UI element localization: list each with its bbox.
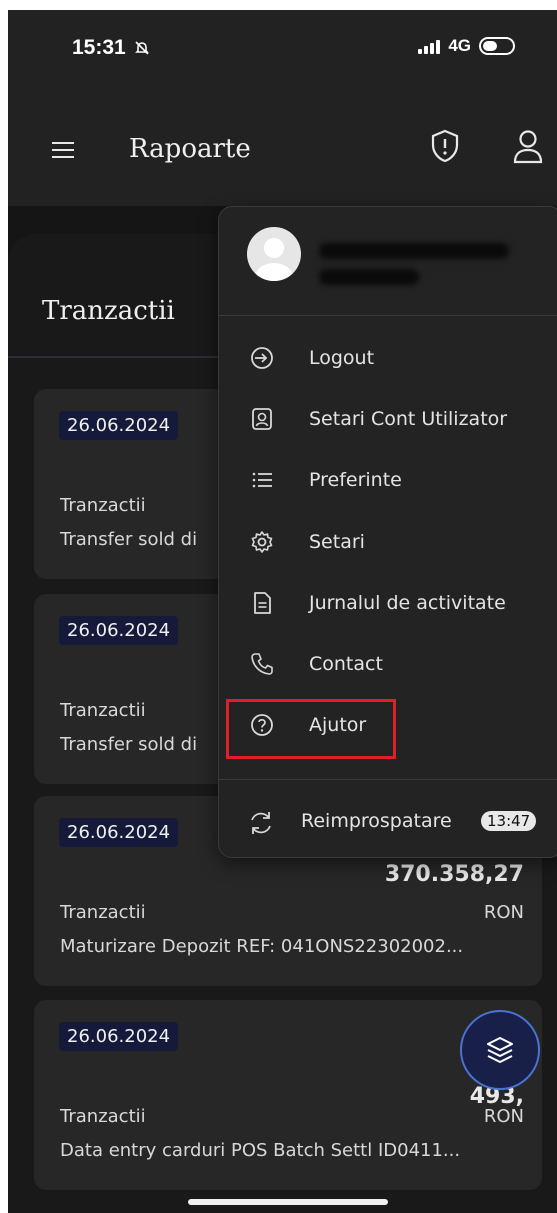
menu-item-label: Contact [309, 653, 383, 675]
menu-item-label: Logout [309, 347, 375, 369]
app-header: Rapoarte [8, 90, 557, 206]
status-bar: 15:31 4G [8, 10, 557, 90]
menu-item-account-settings[interactable]: Setari Cont Utilizator [249, 399, 507, 439]
help-highlight [226, 699, 396, 759]
layers-fab-button[interactable] [460, 1010, 540, 1090]
menu-item-label: Setari [309, 531, 365, 553]
menu-item-preferences[interactable]: Preferinte [249, 460, 402, 500]
document-icon [254, 592, 271, 614]
menu-icon[interactable] [52, 142, 74, 158]
section-title: Tranzactii [42, 296, 175, 326]
transaction-amount: 370.358,27 [384, 862, 524, 887]
transaction-description: Transfer sold di [60, 734, 198, 755]
avatar-placeholder-icon [255, 238, 293, 281]
shield-icon[interactable] [428, 128, 462, 164]
menu-item-activity-log[interactable]: Jurnalul de activitate [249, 583, 506, 623]
menu-item-label: Preferinte [309, 469, 402, 491]
refresh-label: Reimprospatare [301, 810, 452, 832]
menu-item-contact[interactable]: Contact [249, 644, 383, 684]
transaction-description: Transfer sold di [60, 529, 198, 550]
list-icon [252, 472, 272, 488]
transaction-currency: RON [483, 1106, 524, 1127]
bell-muted-icon [134, 41, 149, 55]
avatar [247, 227, 301, 281]
phone-screen: 15:31 4G Rapoarte Tranzactii 26.06.2024 … [8, 10, 557, 1213]
date-badge: 26.06.2024 [59, 616, 179, 645]
user-icon[interactable] [511, 128, 545, 166]
menu-item-label: Setari Cont Utilizator [309, 408, 508, 430]
date-badge: 26.06.2024 [59, 411, 179, 440]
divider [219, 779, 557, 780]
transaction-type: Tranzactii [60, 700, 146, 721]
page-title: Rapoarte [129, 134, 251, 164]
phone-icon [251, 653, 273, 675]
date-badge: 26.06.2024 [59, 818, 179, 847]
menu-item-label: Jurnalul de activitate [309, 592, 506, 614]
transaction-type: Tranzactii [60, 902, 146, 923]
refresh-icon [251, 812, 271, 834]
logout-icon [251, 347, 273, 369]
status-indicators: 4G [418, 36, 515, 56]
transaction-description: Maturizare Depozit REF: 041ONS22302002..… [60, 936, 464, 957]
account-dropdown: Logout Setari Cont Utilizator Preferinte [218, 206, 557, 858]
refresh-button[interactable]: Reimprospatare 13:47 [245, 803, 555, 843]
signal-icon [418, 38, 441, 54]
user-name-redacted [319, 243, 529, 295]
divider [219, 315, 557, 316]
transaction-currency: RON [483, 902, 524, 923]
layers-icon [487, 1037, 513, 1063]
gear-icon [251, 531, 273, 553]
refresh-time-badge: 13:47 [481, 811, 537, 831]
menu-item-settings[interactable]: Setari [249, 522, 365, 562]
transaction-description: Data entry carduri POS Batch Settl ID041… [60, 1140, 461, 1161]
network-type: 4G [448, 36, 471, 55]
status-time: 15:31 [72, 36, 150, 60]
home-indicator [188, 1199, 388, 1205]
user-account-icon [252, 408, 272, 430]
menu-item-logout[interactable]: Logout [249, 338, 374, 378]
date-badge: 26.06.2024 [59, 1022, 179, 1051]
transaction-type: Tranzactii [60, 1106, 146, 1127]
battery-icon [479, 37, 515, 55]
transaction-type: Tranzactii [60, 495, 146, 516]
